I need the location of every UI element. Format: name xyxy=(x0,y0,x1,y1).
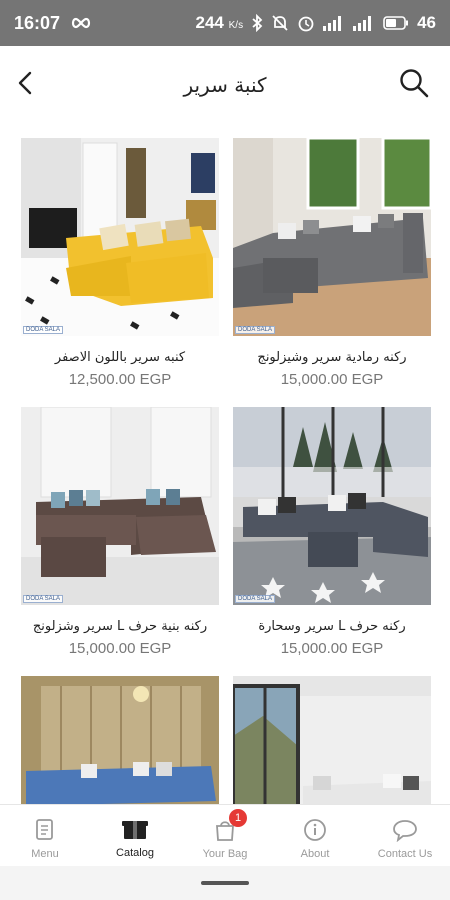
product-image-blue-corner-sofa[interactable] xyxy=(21,676,219,804)
catalog-box-icon xyxy=(122,820,148,839)
nav-contact-us[interactable]: Contact Us xyxy=(360,805,450,866)
product-image-brown-l-sofa[interactable]: DODA SALA xyxy=(21,407,219,605)
nav-your-bag-label: Your Bag xyxy=(202,847,248,860)
nav-catalog-label: Catalog xyxy=(116,846,154,859)
nav-menu-label: Menu xyxy=(31,847,59,860)
home-gesture-handle[interactable] xyxy=(201,881,249,885)
product-name: ركنه بنية حرف L سرير وشزلونج xyxy=(32,619,208,634)
product-card[interactable]: DODA SALA ركنه حرف L سرير وسحارة 15,000.… xyxy=(233,407,431,657)
product-name: ركنه حرف L سرير وسحارة xyxy=(258,619,406,634)
back-arrow-icon xyxy=(18,71,32,95)
product-image-yellow-sofa-bed[interactable]: DODA SALA xyxy=(21,138,219,336)
brand-watermark: DODA SALA xyxy=(23,595,64,603)
mute-icon xyxy=(271,14,289,32)
status-bar: 16:07 244 K/s 46 xyxy=(0,0,450,46)
bag-count-badge: 1 xyxy=(229,809,247,827)
net-speed-unit: K/s xyxy=(228,20,244,31)
nav-your-bag[interactable]: 1 Your Bag xyxy=(180,805,270,866)
product-price: 15,000.00 EGP xyxy=(280,371,384,388)
brand-watermark: DODA SALA xyxy=(23,326,64,334)
net-speed-value: 244 xyxy=(195,13,224,32)
system-navigation-bar xyxy=(0,866,450,900)
product-card[interactable]: DODA SALA كنبه سرير باللون الاصفر 12,500… xyxy=(21,138,219,388)
battery-level: 46 xyxy=(417,13,436,32)
product-grid: DODA SALA كنبه سرير باللون الاصفر 12,500… xyxy=(0,124,450,804)
status-left: 16:07 xyxy=(14,13,92,34)
battery-icon xyxy=(383,16,409,30)
product-image-grey-corner-sofa[interactable]: DODA SALA xyxy=(233,138,431,336)
product-card[interactable] xyxy=(233,676,431,804)
wifi-icon xyxy=(353,15,375,31)
search-icon xyxy=(400,69,429,98)
status-right: 244 K/s 46 xyxy=(196,13,436,33)
product-price: 15,000.00 EGP xyxy=(280,640,384,657)
infinity-icon xyxy=(70,13,92,34)
nav-about-label: About xyxy=(300,847,330,860)
menu-book-icon xyxy=(36,818,53,840)
signal-icon xyxy=(323,15,345,31)
product-name: كنبه سرير باللون الاصفر xyxy=(54,350,186,365)
product-card[interactable]: DODA SALA ركنه رمادية سرير وشيزلونج 15,0… xyxy=(233,138,431,388)
brand-watermark: DODA SALA xyxy=(235,595,276,603)
chat-bubble-icon xyxy=(393,819,417,842)
nav-menu[interactable]: Menu xyxy=(0,805,90,866)
nav-catalog[interactable]: Catalog xyxy=(90,805,180,866)
nav-about[interactable]: About xyxy=(270,805,360,866)
top-app-bar: كنبة سرير xyxy=(0,46,450,124)
nav-contact-us-label: Contact Us xyxy=(377,847,433,860)
page-title: كنبة سرير xyxy=(183,73,267,97)
product-image-grey-l-sofa-storage[interactable]: DODA SALA xyxy=(233,407,431,605)
product-name: ركنه رمادية سرير وشيزلونج xyxy=(257,350,407,365)
net-speed: 244 K/s xyxy=(196,13,244,33)
alarm-icon xyxy=(297,14,315,32)
brand-watermark: DODA SALA xyxy=(235,326,276,334)
product-card[interactable] xyxy=(21,676,219,804)
back-button[interactable] xyxy=(6,63,46,103)
bottom-navigation: Menu Catalog 1 Your Bag About Contact Us xyxy=(0,804,450,866)
search-button[interactable] xyxy=(394,63,434,103)
product-price: 12,500.00 EGP xyxy=(68,371,172,388)
product-card[interactable]: DODA SALA ركنه بنية حرف L سرير وشزلونج 1… xyxy=(21,407,219,657)
bluetooth-icon xyxy=(251,14,263,32)
product-image-white-sofa-window[interactable] xyxy=(233,676,431,804)
info-icon xyxy=(304,818,326,841)
status-time: 16:07 xyxy=(14,12,61,33)
product-price: 15,000.00 EGP xyxy=(68,640,172,657)
